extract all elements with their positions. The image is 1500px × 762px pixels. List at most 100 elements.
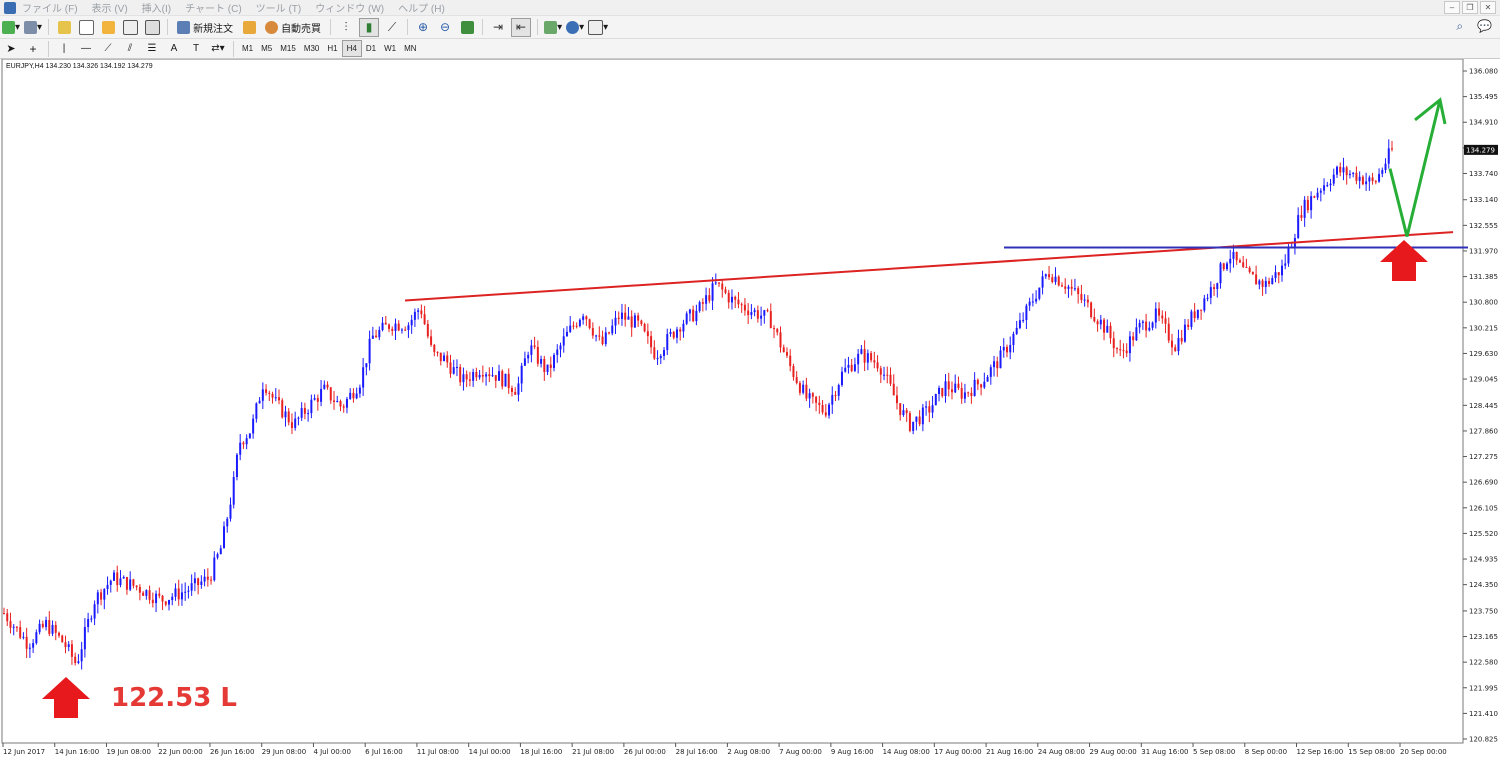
timeframe-m30[interactable]: M30 <box>300 41 324 56</box>
price-chart[interactable]: 136.080135.495134.910134.325133.740133.1… <box>0 59 1500 762</box>
periods-button[interactable]: ▾ <box>566 19 584 36</box>
bar-chart-button[interactable]: ⫶ <box>337 19 355 36</box>
zoom-out-icon: ⊖ <box>440 20 451 34</box>
candle-body <box>947 381 950 390</box>
market-watch-button[interactable] <box>55 19 73 36</box>
timeframe-m1[interactable]: M1 <box>238 41 257 56</box>
profiles-button[interactable]: ▾ <box>24 19 42 36</box>
auto-scroll-button[interactable]: ⇤ <box>511 17 532 37</box>
tester-button[interactable] <box>143 19 161 36</box>
text-label-button[interactable]: T <box>187 40 205 57</box>
indicators-icon <box>544 20 558 34</box>
candle-body <box>967 392 970 394</box>
vertical-line-button[interactable]: | <box>55 40 73 57</box>
toolbar-divider <box>330 19 332 35</box>
candle-body <box>349 392 352 399</box>
candle-body <box>339 401 342 407</box>
meta-editor-button[interactable] <box>240 19 258 36</box>
candle-body <box>164 601 167 605</box>
candle-body <box>1009 345 1012 353</box>
candle-body <box>1229 258 1232 264</box>
fibonacci-button[interactable]: ☰ <box>143 40 161 57</box>
chat-icon[interactable]: 💬 <box>1477 19 1492 34</box>
timeframe-h1[interactable]: H1 <box>323 41 341 56</box>
candle-body <box>400 329 403 331</box>
templates-button[interactable]: ▾ <box>588 19 608 36</box>
menu-insert[interactable]: 挿入(I) <box>142 0 171 15</box>
candle-body <box>837 385 840 396</box>
candle-body <box>443 355 446 362</box>
search-icon[interactable]: ⌕ <box>1456 19 1463 34</box>
candle-body <box>1060 285 1063 287</box>
candle-body <box>1365 181 1368 185</box>
menu-help[interactable]: ヘルプ (H) <box>398 0 445 15</box>
forecast-arrow-head <box>1414 97 1447 125</box>
candle-body <box>1222 263 1225 270</box>
candle-body <box>1287 248 1290 264</box>
timeframe-mn[interactable]: MN <box>400 41 420 56</box>
timeframe-w1[interactable]: W1 <box>380 41 400 56</box>
candle-body <box>840 371 843 386</box>
navigator-icon <box>101 20 115 34</box>
candle-body <box>1368 177 1371 182</box>
candle-body <box>575 325 578 327</box>
candle-body <box>125 577 128 590</box>
candle-body <box>785 352 788 356</box>
indicators-button[interactable]: ▾ <box>544 19 562 36</box>
candle-body <box>1051 277 1054 283</box>
cursor-button[interactable]: ➤ <box>2 40 20 57</box>
candle-body <box>1391 148 1393 150</box>
crosshair-button[interactable]: + <box>24 40 42 57</box>
minimize-icon[interactable]: – <box>1444 1 1460 14</box>
candle-body <box>795 377 798 384</box>
candle-body <box>585 316 588 320</box>
arrows-button[interactable]: ⇄▾ <box>209 40 227 57</box>
menu-window[interactable]: ウィンドウ (W) <box>315 0 384 15</box>
chart-shift-button[interactable]: ⇥ <box>489 19 507 36</box>
new-order-button[interactable]: 新規注文 <box>174 19 236 36</box>
candle-body <box>905 410 908 414</box>
candle-body <box>1378 173 1381 182</box>
restore-icon[interactable]: ❐ <box>1462 1 1478 14</box>
timeframe-h4[interactable]: H4 <box>341 40 362 57</box>
chart-window[interactable]: 136.080135.495134.910134.325133.740133.1… <box>0 59 1500 762</box>
timeframe-m5[interactable]: M5 <box>257 41 276 56</box>
menu-tools[interactable]: ツール (T) <box>256 0 302 15</box>
chart-title: EURJPY,H4 134.230 134.326 134.192 134.27… <box>6 63 153 70</box>
auto-trading-button[interactable]: 自動売買 <box>262 19 324 36</box>
menu-view[interactable]: 表示 (V) <box>92 0 128 15</box>
candlestick-button[interactable]: ▮ <box>359 17 380 37</box>
timeframe-m15[interactable]: M15 <box>276 41 300 56</box>
candle-body <box>504 373 507 387</box>
text-button[interactable]: A <box>165 40 183 57</box>
zoom-out-button[interactable]: ⊖ <box>436 19 454 36</box>
candle-body <box>491 375 494 377</box>
close-icon[interactable]: ✕ <box>1480 1 1496 14</box>
x-tick-label: 12 Jun 2017 <box>3 748 45 756</box>
new-chart-button[interactable]: ▾ <box>2 19 20 36</box>
menu-file[interactable]: ファイル (F) <box>22 0 78 15</box>
candle-body <box>61 635 64 643</box>
line-chart-button[interactable]: ⟋ <box>383 19 401 36</box>
candle-body <box>1174 347 1177 352</box>
candle-body <box>1099 319 1102 325</box>
tile-windows-button[interactable] <box>458 19 476 36</box>
menu-charts[interactable]: チャート (C) <box>185 0 242 15</box>
candle-body <box>1248 267 1251 273</box>
timeframe-d1[interactable]: D1 <box>362 41 380 56</box>
x-tick-label: 29 Aug 00:00 <box>1090 748 1137 756</box>
y-tick-label: 130.215 <box>1469 324 1498 332</box>
navigator-button[interactable] <box>99 19 117 36</box>
data-window-button[interactable] <box>77 19 95 36</box>
horizontal-line-button[interactable]: — <box>77 40 95 57</box>
candle-body <box>410 319 413 326</box>
candle-body <box>572 325 575 327</box>
zoom-in-button[interactable]: ⊕ <box>414 19 432 36</box>
trendline-button[interactable]: ⟋ <box>99 40 117 57</box>
terminal-button[interactable] <box>121 19 139 36</box>
channel-button[interactable]: ⫽ <box>121 40 139 57</box>
candle-body <box>12 626 15 628</box>
candle-body <box>171 596 174 601</box>
candle-body <box>323 384 326 389</box>
candle-body <box>274 397 277 399</box>
